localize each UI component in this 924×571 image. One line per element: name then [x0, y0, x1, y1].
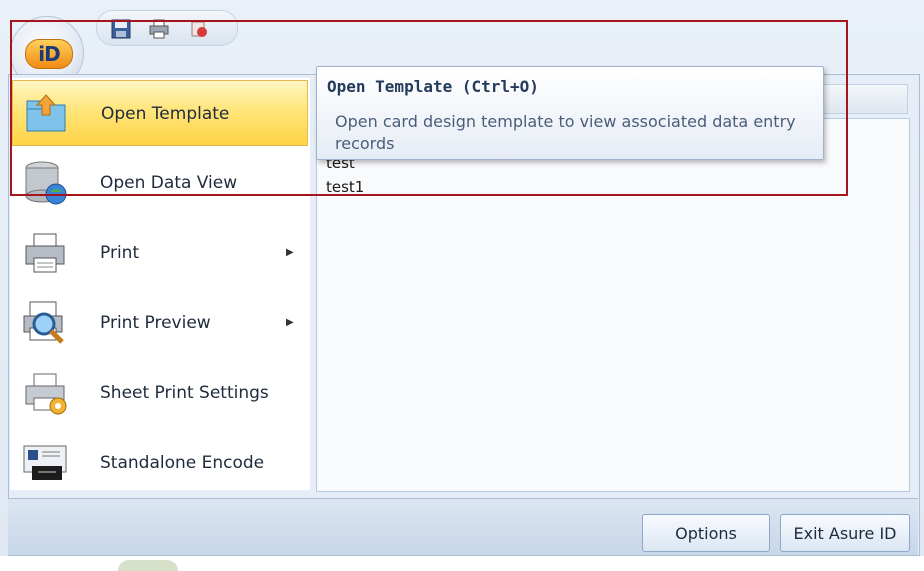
menu-item-print-preview[interactable]: Print Preview ▶ [12, 290, 308, 356]
menu-item-standalone-encode[interactable]: Standalone Encode [12, 430, 308, 496]
background-decoration [118, 560, 178, 571]
print-preview-icon [23, 301, 64, 344]
options-button[interactable]: Options [642, 514, 770, 552]
encode-icon [23, 445, 67, 480]
submenu-arrow-icon: ▶ [286, 317, 294, 328]
submenu-arrow-icon: ▶ [286, 247, 294, 258]
annotation-highlight-box [10, 20, 848, 196]
menu-item-label: Standalone Encode [100, 453, 265, 473]
menu-item-sheet-print-settings[interactable]: Sheet Print Settings [12, 360, 308, 426]
menu-item-label: Print Preview [100, 313, 211, 333]
menu-item-label: Print [100, 243, 140, 263]
printer-icon [25, 233, 65, 273]
menu-item-label: Sheet Print Settings [100, 383, 269, 403]
menu-item-print[interactable]: Print ▶ [12, 220, 308, 286]
sheet-print-settings-icon [25, 373, 67, 415]
exit-button[interactable]: Exit Asure ID [780, 514, 910, 552]
